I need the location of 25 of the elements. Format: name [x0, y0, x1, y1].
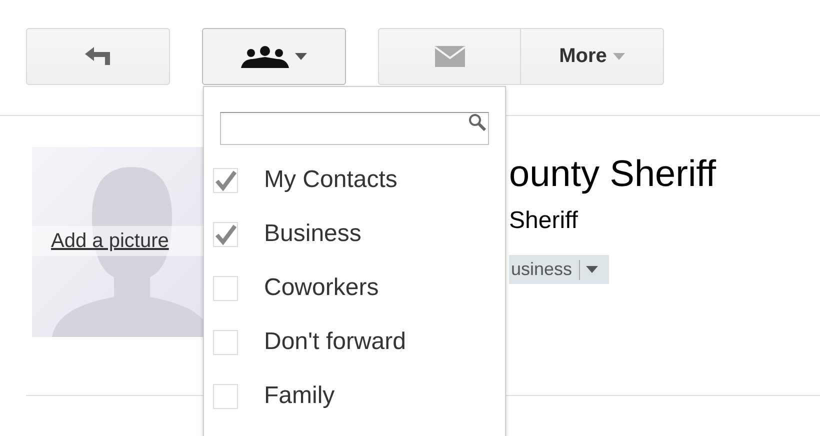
group-menu-item[interactable]: My Contacts: [204, 153, 505, 207]
checkbox[interactable]: [213, 276, 238, 300]
checkbox[interactable]: [213, 222, 238, 246]
envelope-icon: [434, 46, 464, 67]
more-button[interactable]: More: [521, 28, 664, 85]
group-menu-item[interactable]: Business: [204, 207, 505, 261]
group-menu-item[interactable]: Coworkers: [204, 261, 505, 315]
back-button[interactable]: [26, 28, 170, 85]
contact-title: Sheriff: [509, 207, 579, 235]
search-icon: [468, 113, 486, 131]
group-menu-item[interactable]: Don't forward: [204, 315, 505, 369]
groups-button[interactable]: [202, 28, 346, 85]
group-tag-label: usiness: [510, 259, 574, 280]
email-button[interactable]: [378, 28, 521, 85]
people-icon: [241, 46, 289, 68]
group-menu-item[interactable]: Family: [204, 369, 505, 423]
search-field[interactable]: [220, 112, 489, 145]
back-arrow-icon: [83, 46, 113, 68]
caret-icon: [586, 266, 598, 273]
caret-icon: [295, 53, 307, 60]
caret-icon: [612, 53, 625, 60]
checkbox[interactable]: [213, 168, 238, 192]
checkbox[interactable]: [213, 384, 238, 408]
contact-name: ounty Sheriff: [509, 153, 716, 195]
checkbox[interactable]: [213, 330, 238, 354]
